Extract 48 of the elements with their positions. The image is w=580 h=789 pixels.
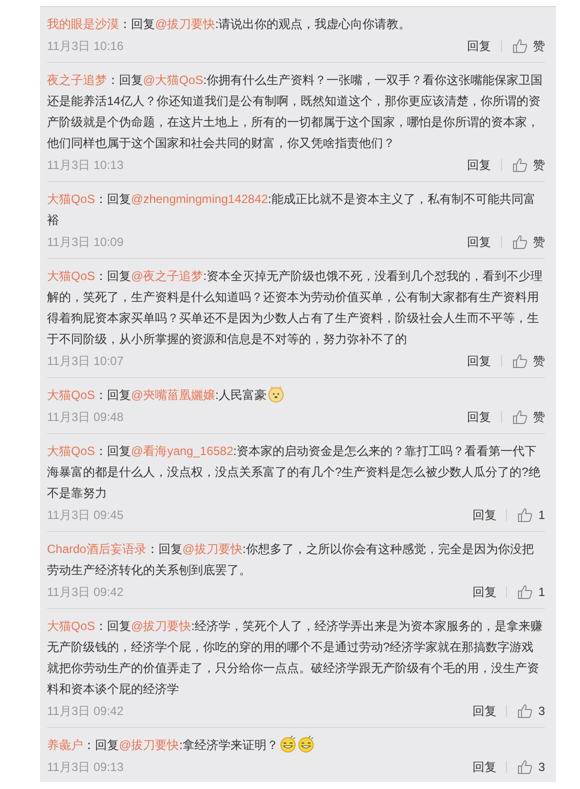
comment-text: 大猫QoS：回复@zhengmingming142842:能成正比就不是资本主义了，私有制不可能共同富裕: [47, 191, 536, 229]
comment-time: 11月3日 09:13: [47, 758, 124, 776]
comment-time: 11月3日 10:13: [47, 156, 124, 174]
grin-face-icon: [278, 735, 297, 753]
comment-text: Chardo酒后妄语录：回复@拔刀要快:你想多了，之所以你会有这种感觉，完全是因为你没把劳动生产经济转化的关系刨到底罢了。: [47, 541, 535, 579]
like-button[interactable]: 3: [517, 703, 545, 719]
thumbs-up-icon: [512, 157, 528, 173]
comment-time: 11月3日 10:09: [47, 234, 124, 250]
comment-text: 我的眼是沙漠：回复@拔刀要快:请说出你的观点，我虚心向你请教。: [47, 16, 412, 33]
comment-time: 11月3日 10:16: [47, 38, 124, 54]
reply-link[interactable]: 回复: [472, 702, 496, 720]
reply-link[interactable]: 回复: [472, 584, 496, 600]
like-button[interactable]: 赞: [512, 408, 545, 426]
thumbs-up-icon: [512, 234, 528, 250]
reply-link[interactable]: 回复: [472, 758, 496, 776]
thumbs-up-icon: [512, 353, 528, 369]
reply-link[interactable]: 回复: [467, 156, 491, 174]
thumbs-up-icon: [517, 584, 534, 600]
grin-face-icon: [296, 735, 315, 753]
thumbs-up-icon: [517, 507, 534, 523]
comment-text: 夜之子追梦：回复@大猫QoS:你拥有什么生产资料？一张嘴，一双手？看你这张嘴能保家卫国还是能养活14亿人？你还知道我们是公有制啊，既然知道这个，那你更应该清楚，你所谓的资产阶级就是个伪命题，在这片土地上，所有的一切都属于这个国家，哪怕是你所谓的资本家，他们同样也属于这个国家和社会共同的财富，你又凭啥指责他们？: [47, 72, 544, 152]
like-button[interactable]: 赞: [512, 352, 545, 370]
reply-link[interactable]: 回复: [467, 38, 491, 54]
comment-text: 大猫QoS：回复@夜之子追梦:资本全灭掉无产阶级也饿不死，没看到几个怼我的，看到不少理解的，笑死了，生产资料是什么知道吗？还资本为劳动价值买单，公有制大家都有生产资料用得着狗屁资本家买单吗？买单还不是因为少数人占有了生产资料，阶级社会人生而不平等，生于不同阶级，从小所掌握的资源和信息是不对等的，努力弥补不了的: [47, 268, 544, 348]
like-button[interactable]: 3: [517, 759, 545, 775]
like-button[interactable]: 赞: [512, 156, 545, 174]
comment-time: 11月3日 09:45: [47, 506, 124, 524]
comment-time: 11月3日 09:48: [47, 408, 124, 426]
reply-link[interactable]: 回复: [467, 352, 491, 370]
like-button[interactable]: 赞: [512, 38, 545, 54]
thumbs-up-icon: [512, 409, 528, 425]
like-button[interactable]: 1: [517, 584, 545, 600]
dog-face-icon: [266, 385, 285, 403]
comment-time: 11月3日 10:07: [47, 352, 124, 370]
comment-time: 11月3日 09:42: [47, 584, 124, 600]
reply-link[interactable]: 回复: [467, 408, 491, 426]
thumbs-up-icon: [512, 38, 528, 54]
reply-link[interactable]: 回复: [467, 234, 491, 250]
comment-text: 大猫QoS：回复@㚒嘴菑凰孋嬢:人民富豪: [47, 385, 545, 406]
comment-time: 11月3日 09:42: [47, 702, 124, 720]
thumbs-up-icon: [517, 703, 534, 719]
comment-text: 养彘户：回复@拔刀要快:拿经济学来证明？: [47, 735, 545, 756]
like-button[interactable]: 赞: [512, 234, 545, 250]
comment-text: 大猫QoS：回复@看海yang_16582:资本家的启动资金是怎么来的？靠打工吗？看看第一代下海暴富的都是什么人，没点权，没点关系富了的有几个?生产资料是怎么被少数人瓜分了的?绝不是靠努力: [47, 443, 542, 502]
reply-link[interactable]: 回复: [472, 506, 496, 524]
comment-text: 大猫QoS：回复@拔刀要快:经济学，笑死个人了，经济学弄出来是为资本家服务的，是拿来赚无产阶级钱的，经济学个屁，你吃的穿的用的哪个不是通过劳动?经济学家就在那搞数字游戏就把你劳动生产的价值弄走了，只分给你一点点。破经济学跟无产阶级有个毛的用，没生产资料和资本谈个屁的经济学: [47, 618, 544, 698]
like-button[interactable]: 1: [517, 507, 545, 523]
thumbs-up-icon: [517, 759, 534, 775]
